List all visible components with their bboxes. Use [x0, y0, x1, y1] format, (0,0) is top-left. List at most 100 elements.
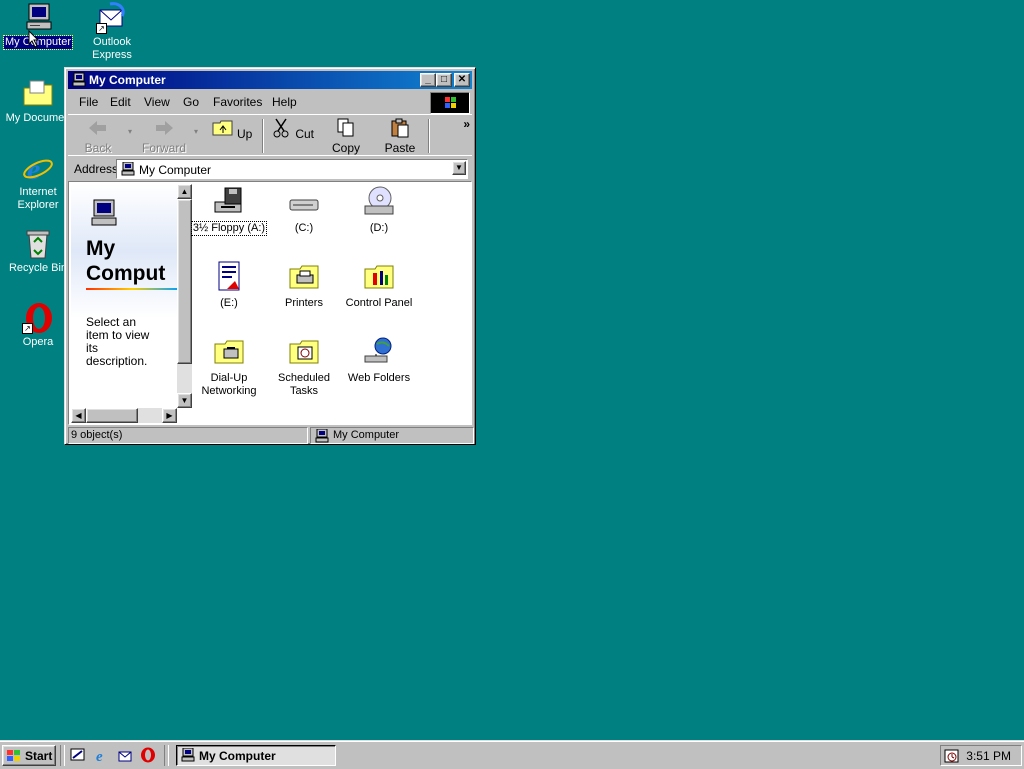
- start-button[interactable]: Start: [2, 745, 56, 766]
- arrow-up-icon: ▲: [180, 187, 189, 196]
- my-computer-icon: [91, 199, 117, 226]
- menu-edit[interactable]: Edit: [110, 95, 131, 109]
- maximize-button[interactable]: □: [436, 73, 452, 87]
- my-documents-icon: [22, 78, 54, 110]
- scroll-up-button[interactable]: ▲: [177, 184, 192, 199]
- desktop-icon-outlook-express[interactable]: ↗ Outlook Express: [74, 2, 150, 62]
- show-desktop-icon[interactable]: [70, 747, 86, 763]
- windows-flag-icon: [7, 750, 20, 761]
- item-floppy-drive[interactable]: 3½ Floppy (A:): [190, 186, 268, 236]
- minimize-button[interactable]: _: [420, 73, 436, 87]
- copy-button[interactable]: Copy: [320, 118, 372, 155]
- hard-drive-icon: [288, 186, 320, 218]
- address-value: My Computer: [139, 163, 212, 177]
- scroll-right-button[interactable]: ▶: [162, 408, 177, 423]
- scroll-down-button[interactable]: ▼: [177, 393, 192, 408]
- up-button[interactable]: Up: [206, 118, 258, 154]
- menu-bar: File Edit View Go Favorites Help: [68, 90, 472, 114]
- scheduled-tasks-icon: [288, 336, 320, 368]
- address-field[interactable]: My Computer ▼: [116, 159, 468, 179]
- arrow-left-icon: ◀: [75, 411, 82, 420]
- my-computer-window[interactable]: My Computer _ □ ✕ File Edit View Go Favo…: [64, 67, 476, 445]
- outlook-express-icon[interactable]: [118, 747, 134, 763]
- arrow-down-icon: ▼: [180, 396, 189, 405]
- my-computer-icon: [72, 72, 86, 87]
- recycle-bin-icon: [22, 228, 54, 260]
- scroll-thumb[interactable]: [86, 408, 138, 423]
- svg-text:e: e: [96, 749, 103, 763]
- clock[interactable]: 3:51 PM: [966, 749, 1011, 763]
- internet-explorer-icon[interactable]: e: [94, 747, 110, 763]
- forward-arrow-icon: [156, 121, 173, 135]
- pane-description: Select an item to view its description.: [86, 315, 150, 368]
- left-pane-vertical-scrollbar[interactable]: ▲ ▼: [177, 184, 192, 408]
- desktop-icon-label: Outlook Express: [92, 36, 132, 61]
- menu-file[interactable]: File: [79, 95, 98, 109]
- menu-help[interactable]: Help: [272, 95, 297, 109]
- menu-view[interactable]: View: [144, 95, 170, 109]
- paste-button[interactable]: Paste: [374, 118, 426, 155]
- my-computer-icon: [315, 429, 329, 443]
- opera-icon[interactable]: [140, 747, 156, 763]
- my-computer-icon: [121, 162, 135, 176]
- toolbar-separator: [428, 119, 430, 153]
- internet-explorer-icon: e: [22, 152, 54, 186]
- menu-go[interactable]: Go: [183, 95, 199, 109]
- status-object-count: 9 object(s): [68, 427, 308, 444]
- forward-button[interactable]: Forward: [138, 118, 190, 155]
- item-drive-c[interactable]: (C:): [266, 186, 342, 235]
- item-scheduled-tasks[interactable]: Scheduled Tasks: [266, 336, 342, 398]
- windows-flag-icon: [445, 97, 456, 108]
- taskbar: Start e My Computer 3:51 PM: [0, 740, 1024, 769]
- toolbar-more-chevron[interactable]: »: [463, 117, 470, 131]
- standard-toolbar: Back ▾ Forward ▾ Up Cut Copy Paste »: [68, 114, 472, 156]
- forward-dropdown-icon[interactable]: ▾: [194, 127, 198, 136]
- printers-folder-icon: [288, 261, 320, 293]
- taskbar-button-my-computer[interactable]: My Computer: [176, 745, 336, 766]
- desktop-icon-label: Internet Explorer: [17, 186, 59, 211]
- item-control-panel[interactable]: Control Panel: [341, 261, 417, 310]
- menu-favorites[interactable]: Favorites: [213, 95, 262, 109]
- pane-title: My Comput: [86, 237, 166, 285]
- item-drive-e[interactable]: (E:): [191, 261, 267, 310]
- desktop-icon-label: My Documen: [5, 112, 71, 124]
- taskbar-separator: [60, 745, 65, 766]
- pane-title-divider: [86, 288, 177, 290]
- status-location: My Computer: [310, 427, 474, 444]
- outlook-express-icon: ↗: [96, 2, 128, 34]
- arrow-right-icon: ▶: [166, 411, 173, 420]
- close-icon: ✕: [457, 74, 467, 85]
- control-panel-icon: [363, 261, 395, 293]
- chevron-down-icon: ▼: [455, 163, 463, 172]
- back-button[interactable]: Back: [72, 118, 124, 155]
- back-dropdown-icon[interactable]: ▾: [128, 127, 132, 136]
- window-title: My Computer: [89, 73, 166, 87]
- item-drive-d[interactable]: (D:): [341, 186, 417, 235]
- taskbar-separator: [164, 745, 169, 766]
- cd-drive-icon: [363, 186, 395, 218]
- copy-icon: [337, 118, 354, 137]
- scheduled-tasks-tray-icon[interactable]: [944, 748, 960, 764]
- item-printers[interactable]: Printers: [266, 261, 342, 310]
- scroll-left-button[interactable]: ◀: [71, 408, 86, 423]
- status-bar: 9 object(s) My Computer: [68, 426, 474, 444]
- close-button[interactable]: ✕: [454, 73, 470, 87]
- address-dropdown-button[interactable]: ▼: [452, 161, 466, 175]
- scroll-thumb[interactable]: [177, 199, 192, 364]
- opera-icon: ↗: [22, 302, 54, 334]
- item-dialup-networking[interactable]: Dial-Up Networking: [191, 336, 267, 398]
- toolbar-separator: [262, 119, 264, 153]
- maximize-icon: □: [440, 74, 448, 85]
- floppy-drive-icon: [213, 186, 245, 218]
- content-area: My Comput Select an item to view its des…: [68, 181, 472, 425]
- web-view-pane: My Comput Select an item to view its des…: [71, 184, 177, 408]
- back-arrow-icon: [89, 121, 106, 135]
- removable-drive-icon: [213, 261, 245, 293]
- left-pane-horizontal-scrollbar[interactable]: ◀ ▶: [71, 408, 177, 423]
- shortcut-arrow-icon: ↗: [22, 323, 33, 334]
- item-web-folders[interactable]: Web Folders: [341, 336, 417, 385]
- shortcut-arrow-icon: ↗: [96, 23, 107, 34]
- title-bar[interactable]: My Computer _ □ ✕: [68, 71, 472, 89]
- cut-button[interactable]: Cut: [266, 118, 318, 154]
- system-tray: 3:51 PM: [940, 745, 1022, 766]
